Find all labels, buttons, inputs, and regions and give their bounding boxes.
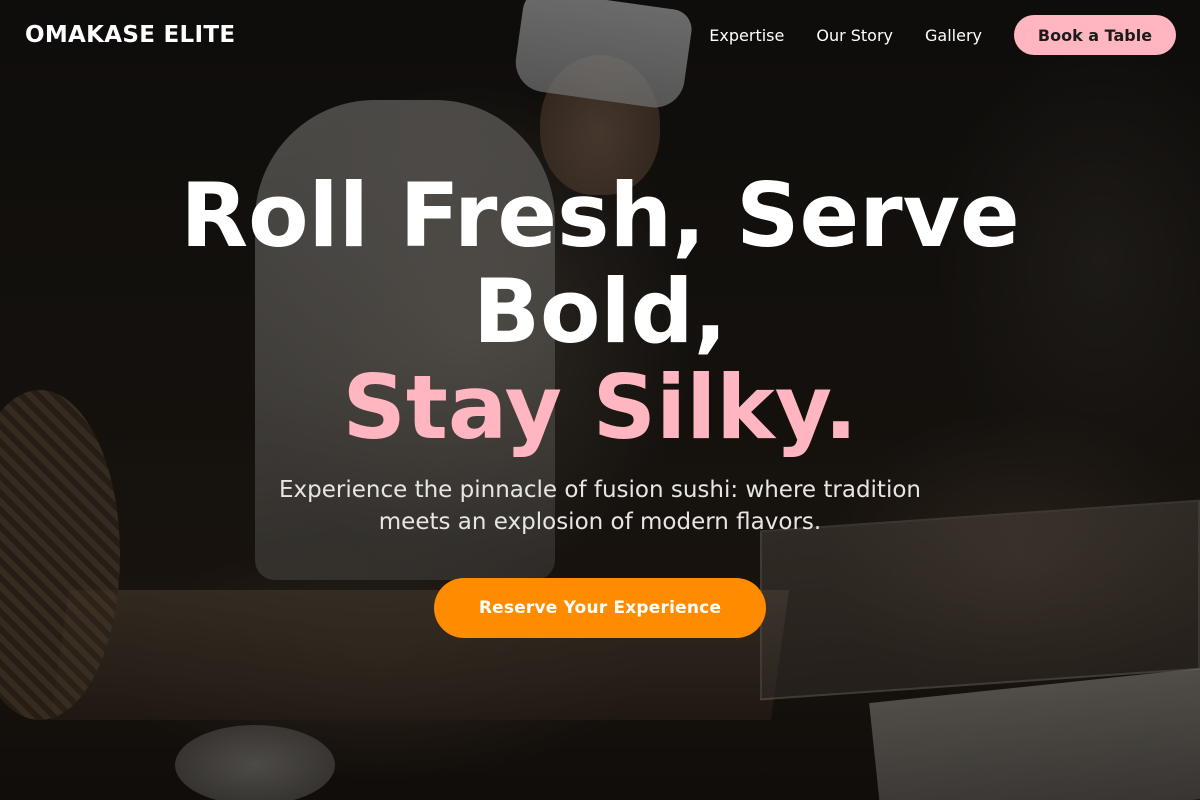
hero-section: OMAKASE ELITE Expertise Our Story Galler…: [0, 0, 1200, 800]
nav-link-our-story[interactable]: Our Story: [816, 26, 893, 45]
top-navbar: OMAKASE ELITE Expertise Our Story Galler…: [0, 0, 1200, 70]
nav-menu: Expertise Our Story Gallery Book a Table: [709, 15, 1176, 55]
hero-subtitle: Experience the pinnacle of fusion sushi:…: [279, 477, 921, 535]
headline-accent: Stay Silky.: [342, 356, 858, 459]
nav-link-expertise[interactable]: Expertise: [709, 26, 784, 45]
nav-link-gallery[interactable]: Gallery: [925, 26, 982, 45]
headline-line-2: Bold,: [472, 260, 728, 363]
hero-content: Roll Fresh, Serve Bold, Stay Silky. Expe…: [0, 168, 1200, 638]
book-table-button[interactable]: Book a Table: [1014, 15, 1176, 55]
brand-logo[interactable]: OMAKASE ELITE: [25, 22, 235, 48]
hero-headline: Roll Fresh, Serve Bold, Stay Silky.: [0, 168, 1200, 456]
reserve-experience-button[interactable]: Reserve Your Experience: [434, 578, 766, 638]
headline-line-1: Roll Fresh, Serve: [180, 164, 1020, 267]
